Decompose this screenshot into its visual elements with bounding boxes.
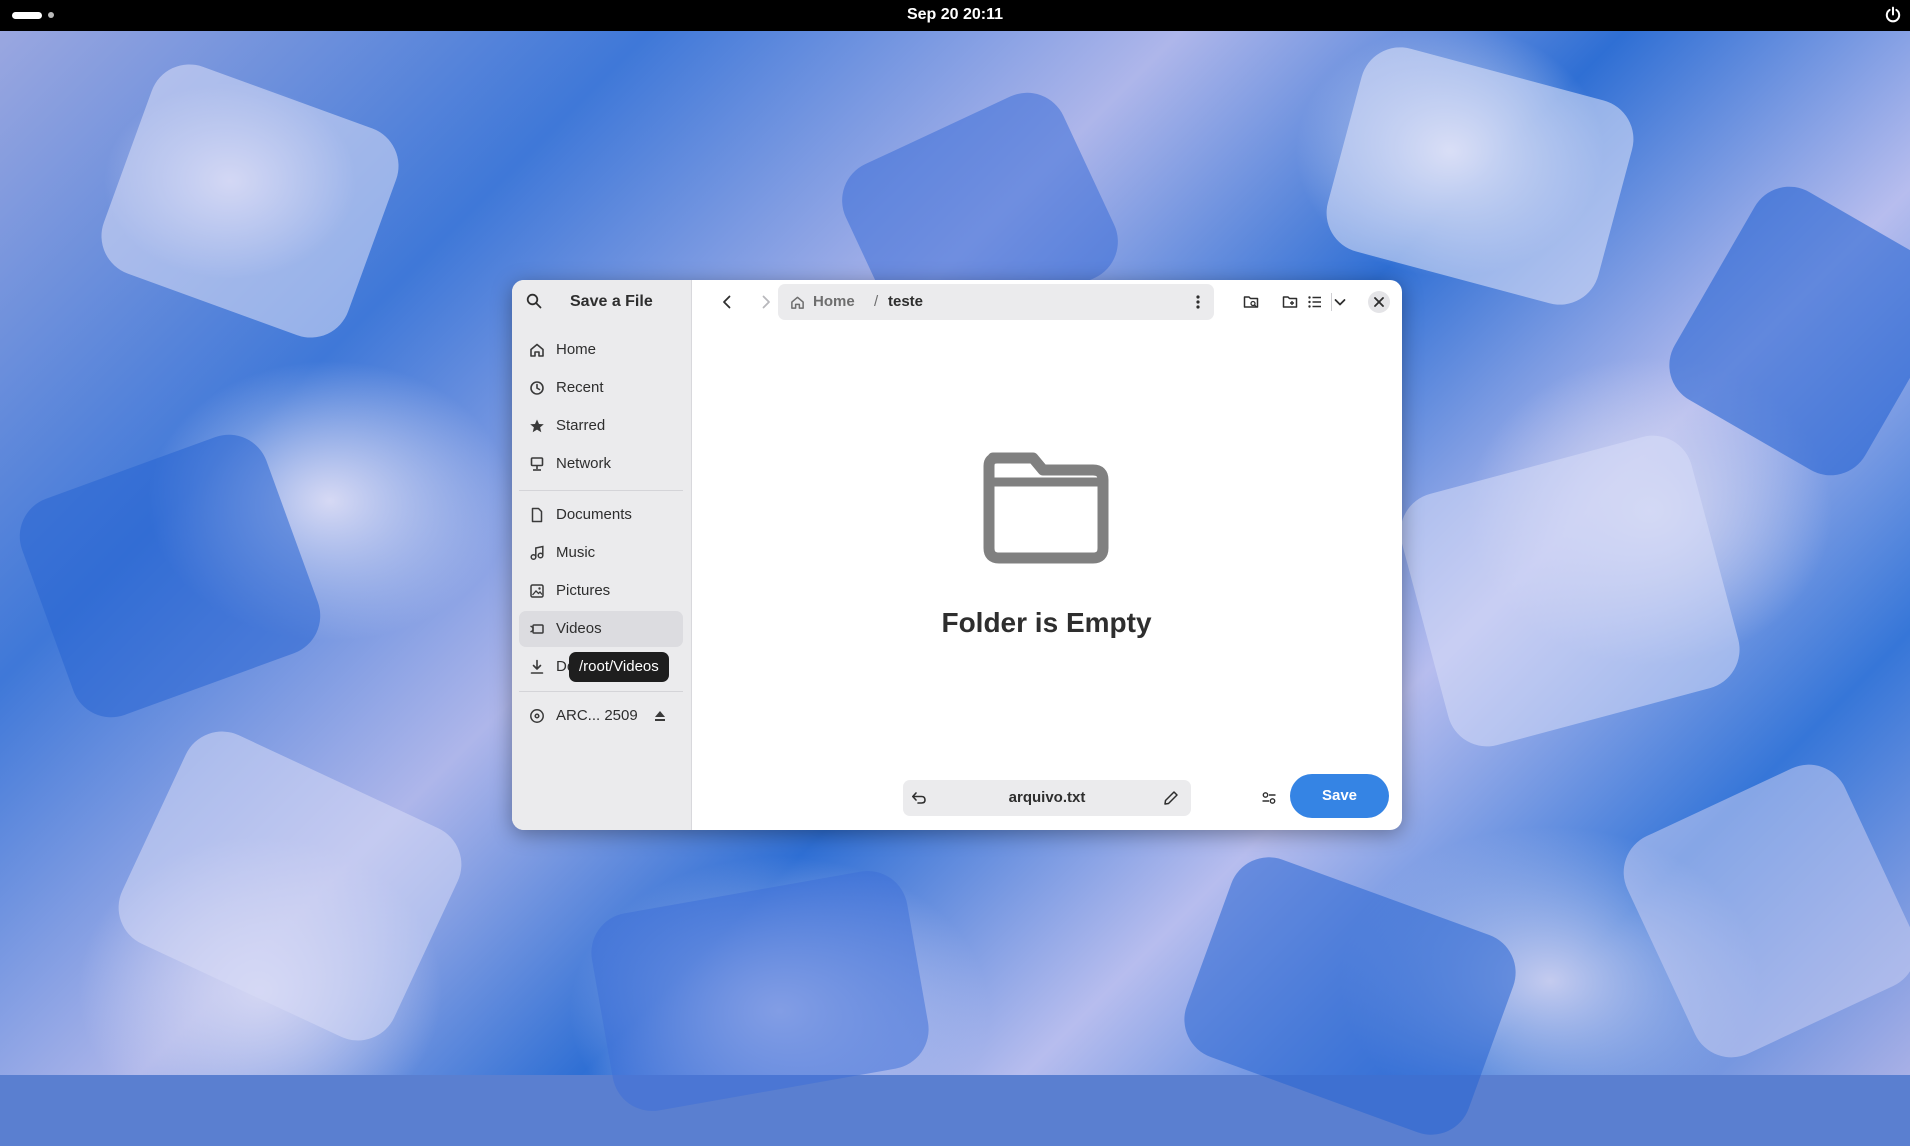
video-icon <box>529 621 545 637</box>
picture-icon <box>529 583 545 599</box>
save-button[interactable]: Save <box>1290 774 1389 818</box>
close-icon <box>1374 297 1384 307</box>
view-list-button[interactable] <box>1300 287 1330 317</box>
sidebar-item-label: Pictures <box>556 582 611 599</box>
music-icon <box>529 545 545 561</box>
pencil-icon[interactable] <box>1163 790 1179 806</box>
disc-icon <box>529 708 545 724</box>
back-button[interactable] <box>712 287 742 317</box>
network-icon <box>529 456 545 472</box>
sidebar-item-documents[interactable]: Documents <box>519 497 683 533</box>
filename-field[interactable]: arquivo.txt <box>903 780 1191 816</box>
sidebar-item-pictures[interactable]: Pictures <box>519 573 683 609</box>
undo-icon[interactable] <box>911 790 927 806</box>
sidebar-header: Save a File <box>512 280 691 324</box>
chevron-left-icon <box>723 295 731 309</box>
sidebar: Save a File Home Recent Starred Network … <box>512 280 692 830</box>
path-bar: Home / teste <box>778 284 1214 320</box>
list-view-icon <box>1308 296 1321 308</box>
options-icon <box>1262 792 1276 804</box>
path-segment-current[interactable]: teste <box>888 293 923 310</box>
star-icon <box>529 418 545 434</box>
sidebar-item-recent[interactable]: Recent <box>519 370 683 406</box>
tooltip: /root/Videos <box>569 652 669 682</box>
sidebar-item-music[interactable]: Music <box>519 535 683 571</box>
home-icon <box>790 295 805 310</box>
sidebar-item-label: Music <box>556 544 596 561</box>
sidebar-item-label: Recent <box>556 379 604 396</box>
clock[interactable]: Sep 20 20:11 <box>0 6 1910 24</box>
eject-icon[interactable] <box>652 708 668 724</box>
sidebar-item-label: Network <box>556 455 612 472</box>
top-bar: Sep 20 20:11 <box>0 0 1910 31</box>
document-icon <box>529 507 545 523</box>
sidebar-item-label: Documents <box>556 506 632 523</box>
folder-search-icon <box>1243 296 1259 308</box>
sidebar-divider <box>519 490 683 491</box>
power-icon[interactable] <box>1884 6 1902 24</box>
file-options-button[interactable] <box>1251 780 1287 816</box>
home-icon <box>529 342 545 358</box>
sidebar-item-label: ARC... 2509 <box>556 707 638 724</box>
sidebar-item-home[interactable]: Home <box>519 332 683 368</box>
empty-state-title: Folder is Empty <box>941 607 1152 638</box>
kebab-menu-icon[interactable] <box>1190 294 1206 310</box>
search-icon[interactable] <box>526 293 544 311</box>
dialog-title: Save a File <box>570 293 653 310</box>
download-icon <box>529 659 545 675</box>
chevron-down-icon <box>1334 299 1346 306</box>
sidebar-item-videos[interactable]: Videos <box>519 611 683 647</box>
sidebar-item-label: Videos <box>556 620 602 637</box>
sidebar-item-disc[interactable]: ARC... 2509 <box>519 698 683 734</box>
sidebar-item-starred[interactable]: Starred <box>519 408 683 444</box>
sidebar-item-label: Home <box>556 341 597 358</box>
sidebar-divider <box>519 691 683 692</box>
folder-icon <box>981 450 1111 565</box>
view-options-button[interactable] <box>1328 287 1352 317</box>
path-separator: / <box>874 293 879 310</box>
path-segment-home[interactable]: Home <box>813 293 855 310</box>
sidebar-item-network[interactable]: Network <box>519 446 683 482</box>
folder-new-icon <box>1282 296 1298 308</box>
forward-button[interactable] <box>751 287 781 317</box>
clock-icon <box>529 380 545 396</box>
filename-input[interactable]: arquivo.txt <box>937 789 1157 806</box>
sidebar-item-label: Starred <box>556 417 606 434</box>
search-folder-button[interactable] <box>1236 287 1266 317</box>
close-button[interactable] <box>1368 291 1390 313</box>
chevron-right-icon <box>762 295 770 309</box>
save-file-dialog: Save a File Home Recent Starred Network … <box>512 280 1402 830</box>
